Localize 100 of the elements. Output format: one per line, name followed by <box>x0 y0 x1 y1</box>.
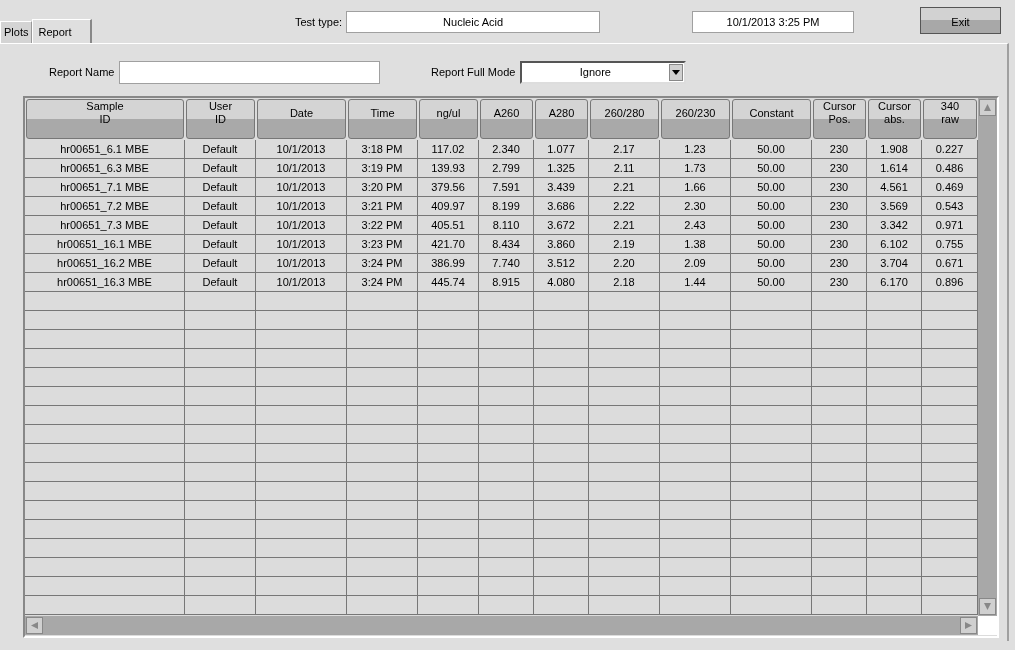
empty-table-cell <box>660 463 731 482</box>
empty-table-cell <box>418 463 479 482</box>
empty-table-cell <box>185 444 256 463</box>
empty-table-cell <box>867 292 922 311</box>
table-cell: 230 <box>812 140 867 159</box>
column-header[interactable]: A280 <box>535 99 588 139</box>
empty-table-cell <box>185 596 256 615</box>
report-full-mode-label: Report Full Mode <box>431 65 516 81</box>
table-cell: 4.080 <box>534 273 589 292</box>
empty-table-cell <box>479 292 534 311</box>
table-cell: 386.99 <box>418 254 479 273</box>
empty-table-cell <box>660 558 731 577</box>
empty-table-cell <box>418 558 479 577</box>
column-header[interactable]: 260/230 <box>661 99 730 139</box>
table-cell: 10/1/2013 <box>256 254 347 273</box>
table-cell: hr00651_7.2 MBE <box>25 197 185 216</box>
empty-table-cell <box>589 596 660 615</box>
table-cell: 230 <box>812 235 867 254</box>
empty-table-cell <box>867 425 922 444</box>
column-header[interactable]: Constant <box>732 99 811 139</box>
table-cell: 3:18 PM <box>347 140 418 159</box>
empty-table-cell <box>347 596 418 615</box>
empty-table-cell <box>812 577 867 596</box>
empty-table-cell <box>589 387 660 406</box>
empty-table-cell <box>534 292 589 311</box>
empty-table-cell <box>589 558 660 577</box>
report-full-mode-dropdown[interactable]: Ignore <box>520 61 687 84</box>
table-cell: 1.614 <box>867 159 922 178</box>
empty-table-cell <box>347 558 418 577</box>
table-cell: hr00651_16.3 MBE <box>25 273 185 292</box>
table-cell: hr00651_16.2 MBE <box>25 254 185 273</box>
table-cell: 117.02 <box>418 140 479 159</box>
column-header[interactable]: Cursor abs. <box>868 99 921 139</box>
table-cell: Default <box>185 197 256 216</box>
table-cell: 10/1/2013 <box>256 273 347 292</box>
exit-button[interactable]: Exit <box>920 7 1001 34</box>
column-header[interactable]: Cursor Pos. <box>813 99 866 139</box>
scroll-left-icon[interactable] <box>26 617 43 634</box>
empty-table-cell <box>534 425 589 444</box>
empty-table-cell <box>812 311 867 330</box>
empty-table-cell <box>660 292 731 311</box>
empty-table-cell <box>589 292 660 311</box>
table-cell: hr00651_7.1 MBE <box>25 178 185 197</box>
table-cell: 8.110 <box>479 216 534 235</box>
table-cell: 6.170 <box>867 273 922 292</box>
column-header[interactable]: 260/280 <box>590 99 659 139</box>
column-header[interactable]: Date <box>257 99 346 139</box>
column-header[interactable]: 340 raw <box>923 99 977 139</box>
empty-table-cell <box>660 520 731 539</box>
empty-table-cell <box>660 596 731 615</box>
empty-table-cell <box>534 330 589 349</box>
table-cell: 2.11 <box>589 159 660 178</box>
tab[interactable]: Plots <box>0 21 33 43</box>
empty-table-cell <box>185 368 256 387</box>
empty-table-cell <box>479 311 534 330</box>
empty-table-cell <box>185 463 256 482</box>
empty-table-cell <box>347 482 418 501</box>
table-cell: 421.70 <box>418 235 479 254</box>
table-cell: 3.704 <box>867 254 922 273</box>
table-cell: 10/1/2013 <box>256 235 347 254</box>
table-cell: 230 <box>812 216 867 235</box>
table-cell: 2.19 <box>589 235 660 254</box>
table-cell: 3:20 PM <box>347 178 418 197</box>
table-cell: Default <box>185 178 256 197</box>
vertical-scrollbar[interactable] <box>978 98 997 616</box>
empty-table-cell <box>867 501 922 520</box>
empty-table-cell <box>479 539 534 558</box>
empty-table-cell <box>867 444 922 463</box>
empty-table-cell <box>534 558 589 577</box>
empty-table-cell <box>479 558 534 577</box>
report-name-field[interactable] <box>119 61 381 84</box>
table-cell: 1.66 <box>660 178 731 197</box>
empty-table-cell <box>418 520 479 539</box>
table-cell: 139.93 <box>418 159 479 178</box>
empty-table-cell <box>812 596 867 615</box>
table-cell: 230 <box>812 159 867 178</box>
empty-table-cell <box>185 349 256 368</box>
column-header[interactable]: Time <box>348 99 417 139</box>
empty-table-cell <box>867 368 922 387</box>
empty-table-cell <box>534 501 589 520</box>
empty-table-cell <box>867 311 922 330</box>
horizontal-scrollbar[interactable] <box>25 616 978 635</box>
empty-table-cell <box>660 349 731 368</box>
table-cell: 1.44 <box>660 273 731 292</box>
table-cell: 8.915 <box>479 273 534 292</box>
column-header[interactable]: User ID <box>186 99 255 139</box>
empty-table-cell <box>418 539 479 558</box>
column-header[interactable]: ng/ul <box>419 99 478 139</box>
empty-table-cell <box>867 349 922 368</box>
column-header[interactable]: A260 <box>480 99 533 139</box>
scroll-down-icon[interactable] <box>979 598 996 615</box>
empty-table-cell <box>660 368 731 387</box>
empty-table-cell <box>185 292 256 311</box>
empty-table-cell <box>347 425 418 444</box>
scroll-right-icon[interactable] <box>960 617 977 634</box>
scroll-up-icon[interactable] <box>979 99 996 116</box>
empty-table-cell <box>418 501 479 520</box>
table-cell: 405.51 <box>418 216 479 235</box>
tab[interactable]: Report <box>32 19 92 44</box>
column-header[interactable]: Sample ID <box>26 99 184 139</box>
